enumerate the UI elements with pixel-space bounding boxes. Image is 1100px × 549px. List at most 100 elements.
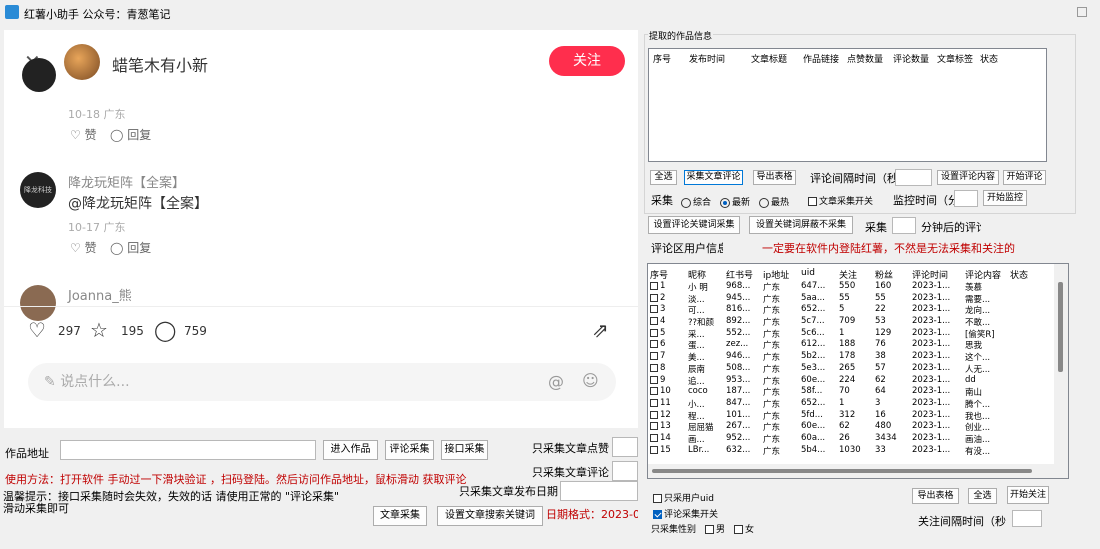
column-header[interactable]: 粉丝 — [875, 268, 893, 281]
table-row[interactable]: 12 程... 101... 广东 5fd... 312 16 2023-1... 我也... — [648, 410, 1068, 422]
column-header[interactable]: 评论内容 — [965, 268, 1001, 281]
column-header[interactable]: 状态 — [1010, 268, 1028, 281]
emoji-icon[interactable]: ☺ — [582, 371, 599, 390]
works-select-all-button[interactable]: 全选 — [650, 170, 677, 185]
share-icon[interactable]: ⇗ — [592, 318, 609, 342]
follow-button[interactable]: 关注 — [549, 46, 625, 76]
table-row[interactable]: 10 coco 187... 广东 58f... 70 64 2023-1... 南山 — [648, 386, 1068, 398]
column-header[interactable]: 点赞数量 — [847, 52, 883, 65]
row-checkbox-icon[interactable] — [650, 305, 658, 314]
comment-switch-checkbox[interactable]: 评论采集开关 — [653, 507, 718, 520]
table-row[interactable]: 8 辰南 508... 广东 5e3... 265 57 2023-1... 人无... — [648, 363, 1068, 375]
collect-minutes-input[interactable] — [892, 217, 916, 234]
author-avatar[interactable] — [64, 44, 100, 80]
article-switch-checkbox[interactable]: 文章采集开关 — [808, 194, 873, 207]
mention-icon[interactable]: @ — [548, 372, 564, 391]
row-checkbox-icon[interactable] — [650, 282, 658, 290]
api-collect-button[interactable]: 接口采集 — [441, 440, 488, 460]
male-checkbox[interactable]: 男 — [705, 522, 725, 535]
column-header[interactable]: 发布时间 — [689, 52, 725, 65]
vertical-scrollbar[interactable] — [1054, 264, 1068, 478]
comment-avatar[interactable] — [22, 58, 56, 92]
comment-avatar[interactable]: 降龙科技 — [20, 172, 56, 208]
set-comment-content-button[interactable]: 设置评论内容 — [937, 170, 999, 185]
column-header[interactable]: 关注 — [839, 268, 857, 281]
table-row[interactable]: 13 屈屈猫 267... 广东 60e... 62 480 2023-1... 创业... — [648, 421, 1068, 433]
table-row[interactable]: 5 采... 552... 广东 5c6... 1 129 2023-1... [偷笑R] — [648, 328, 1068, 340]
row-checkbox-icon[interactable] — [650, 375, 658, 384]
comment-author[interactable]: Joanna_熊 — [68, 285, 132, 304]
column-header[interactable]: 评论时间 — [912, 268, 948, 281]
table-row[interactable]: 14 画... 952... 广东 60a... 26 3434 2023-1... 画油... — [648, 433, 1068, 445]
only-uid-checkbox[interactable]: 只采用户uid — [653, 491, 714, 504]
comment-input[interactable]: ✎ 说点什么... — [28, 363, 616, 401]
start-follow-button[interactable]: 开始关注 — [1007, 486, 1049, 504]
row-checkbox-icon[interactable] — [650, 445, 658, 454]
author-name[interactable]: 蜡笔木有小新 — [112, 52, 208, 76]
article-collect-button[interactable]: 文章采集 — [373, 506, 427, 526]
column-header[interactable]: 红书号 — [726, 268, 753, 281]
column-header[interactable]: 文章标题 — [751, 52, 787, 65]
row-checkbox-icon[interactable] — [650, 340, 658, 349]
comment-icon[interactable]: ◯ — [154, 318, 176, 342]
comment-interval-input[interactable] — [895, 169, 932, 186]
like-action[interactable]: ♡ 赞 — [70, 239, 97, 256]
female-checkbox[interactable]: 女 — [734, 522, 754, 535]
column-header[interactable]: 评论数量 — [893, 52, 929, 65]
radio-latest[interactable]: 最新 — [720, 195, 750, 208]
table-row[interactable]: 6 蛋... zez... 广东 612... 188 76 2023-1... 思我 — [648, 339, 1068, 351]
table-row[interactable]: 15 LBr... 632... 广东 5b4... 1030 33 2023-1... 有没.… — [648, 445, 1068, 457]
only-likes-input[interactable] — [612, 437, 638, 457]
table-row[interactable]: 9 追... 953... 广东 60e... 224 62 2023-1... dd — [648, 375, 1068, 387]
star-icon[interactable]: ☆ — [90, 318, 108, 342]
only-date-input[interactable] — [560, 481, 638, 501]
set-search-keyword-button[interactable]: 设置文章搜索关键词 — [437, 506, 543, 526]
users-select-all-button[interactable]: 全选 — [968, 488, 997, 504]
row-checkbox-icon[interactable] — [650, 387, 658, 396]
row-checkbox-icon[interactable] — [650, 410, 658, 419]
row-checkbox-icon[interactable] — [650, 317, 658, 326]
start-comment-button[interactable]: 开始评论 — [1003, 170, 1046, 185]
radio-comprehensive[interactable]: 综合 — [681, 195, 711, 208]
column-header[interactable]: uid — [801, 268, 815, 278]
table-row[interactable]: 11 小... 847... 广东 652... 1 3 2023-1... 腾个... — [648, 398, 1068, 410]
horizontal-scrollbar[interactable] — [648, 464, 1054, 478]
row-checkbox-icon[interactable] — [650, 328, 658, 337]
column-header[interactable]: ip地址 — [763, 268, 789, 281]
follow-interval-input[interactable] — [1012, 510, 1042, 527]
row-checkbox-icon[interactable] — [650, 352, 658, 361]
radio-hot[interactable]: 最热 — [759, 195, 789, 208]
start-monitor-button[interactable]: 开始监控 — [983, 190, 1027, 206]
heart-icon[interactable]: ♡ — [28, 318, 46, 342]
table-row[interactable]: 3 可... 816... 广东 652... 5 22 2023-1... 龙向... — [648, 304, 1068, 316]
column-header[interactable]: 序号 — [650, 268, 668, 281]
column-header[interactable]: 序号 — [653, 52, 671, 65]
row-checkbox-icon[interactable] — [650, 293, 658, 302]
set-keyword-block-button[interactable]: 设置关键词屏蔽不采集 — [749, 216, 853, 234]
row-checkbox-icon[interactable] — [650, 363, 658, 372]
enter-post-button[interactable]: 进入作品 — [323, 440, 378, 460]
only-comments-input[interactable] — [612, 461, 638, 481]
users-export-button[interactable]: 导出表格 — [912, 488, 959, 504]
monitor-time-input[interactable] — [954, 190, 978, 207]
table-row[interactable]: 2 淡... 945... 广东 5aa... 55 55 2023-1... 需要... — [648, 293, 1068, 305]
row-checkbox-icon[interactable] — [650, 433, 658, 442]
reply-action[interactable]: ◯ 回复 — [110, 126, 151, 143]
maximize-button[interactable] — [1077, 7, 1087, 17]
works-table[interactable]: 序号 发布时间 文章标题 作品链接 点赞数量 评论数量 文章标签 状态 — [648, 48, 1047, 162]
row-checkbox-icon[interactable] — [650, 398, 658, 407]
row-checkbox-icon[interactable] — [650, 422, 658, 431]
column-header[interactable]: 状态 — [980, 52, 998, 65]
works-export-button[interactable]: 导出表格 — [753, 170, 796, 185]
like-action[interactable]: ♡ 赞 — [70, 126, 97, 143]
column-header[interactable]: 昵称 — [688, 268, 706, 281]
table-row[interactable]: 1 小 明 968... 广东 647... 550 160 2023-1... 羡慕 — [648, 281, 1068, 293]
column-header[interactable]: 文章标签 — [937, 52, 973, 65]
comment-avatar[interactable] — [20, 285, 56, 321]
comment-author[interactable]: 降龙玩矩阵【全案】 — [68, 172, 185, 191]
collect-article-comments-button[interactable]: 采集文章评论 — [684, 170, 743, 185]
url-input[interactable] — [60, 440, 316, 460]
set-keyword-collect-button[interactable]: 设置评论关键词采集 — [648, 216, 740, 234]
table-row[interactable]: 7 美... 946... 广东 5b2... 178 38 2023-1... 这个... — [648, 351, 1068, 363]
reply-action[interactable]: ◯ 回复 — [110, 239, 151, 256]
